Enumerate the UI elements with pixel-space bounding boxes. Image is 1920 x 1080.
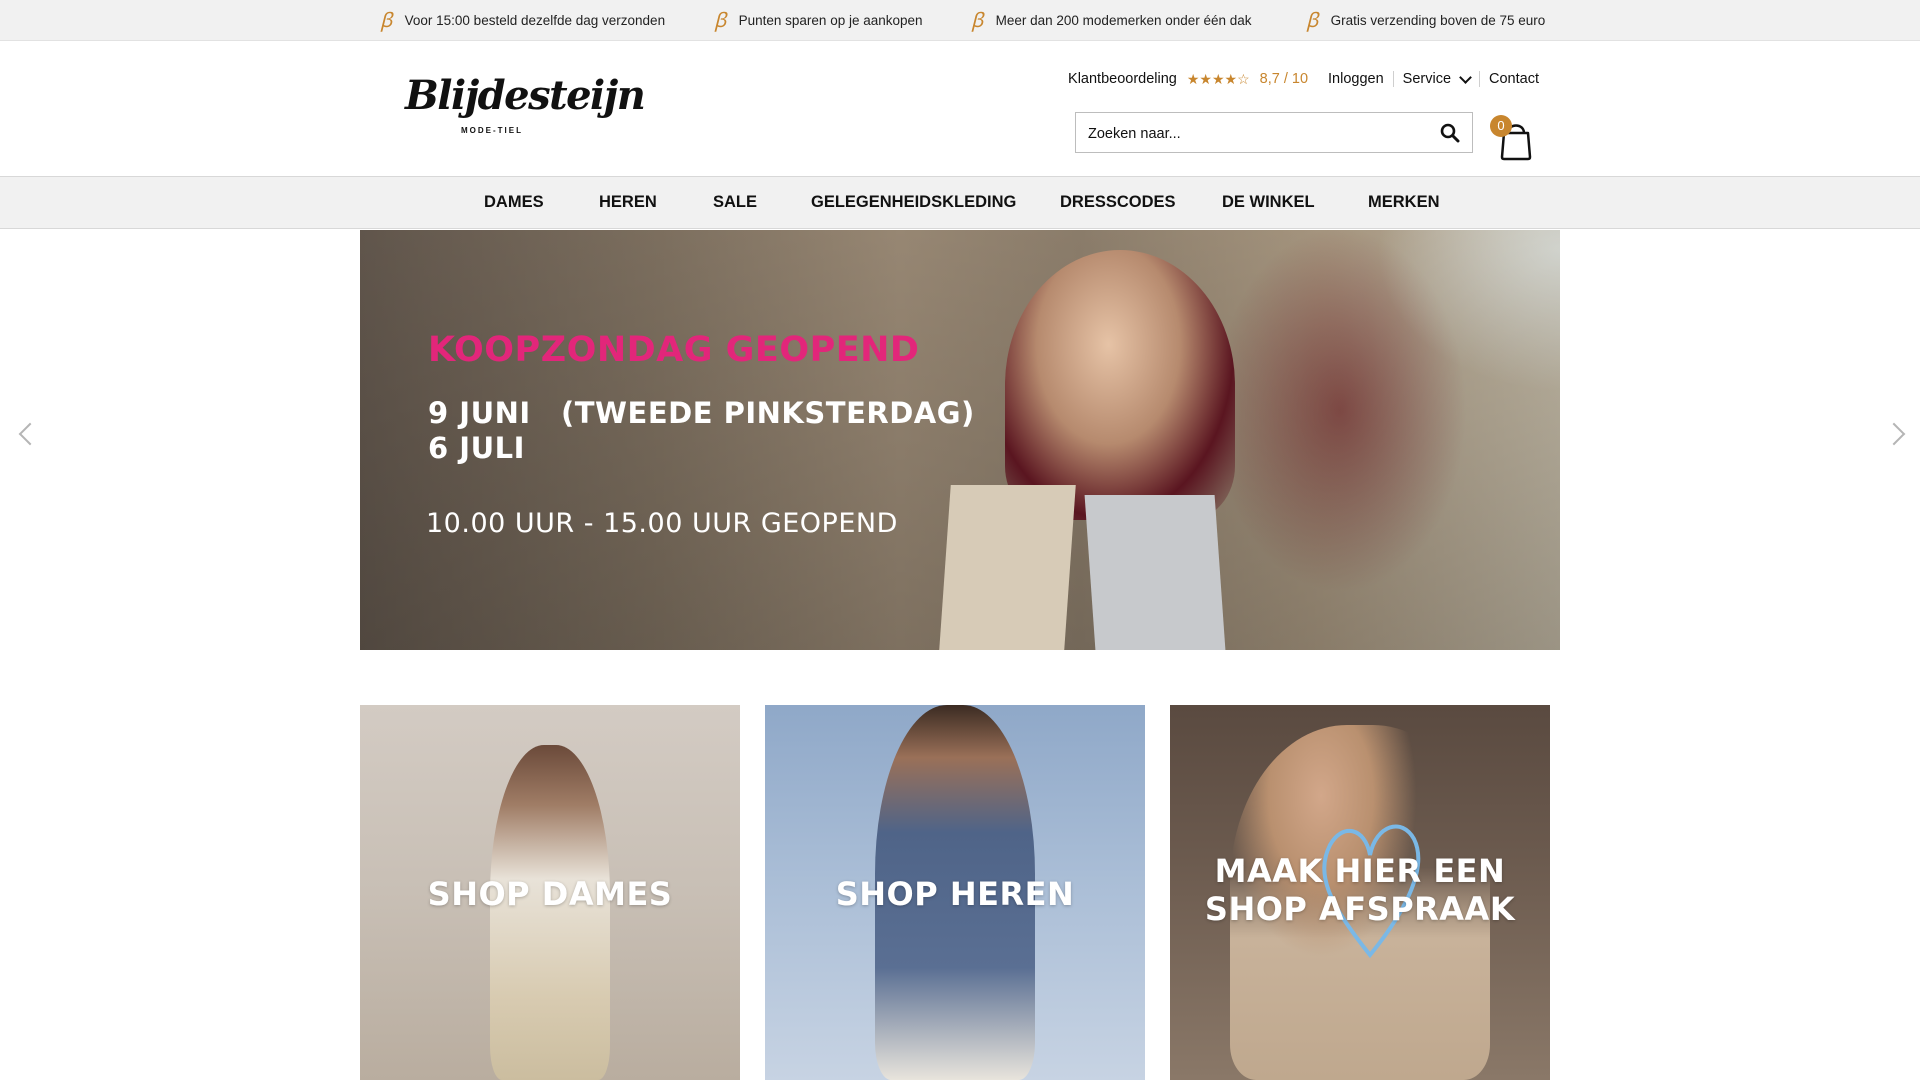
search-box [1075, 112, 1473, 154]
nav-item-merken[interactable]: MERKEN [1368, 177, 1440, 228]
rating-label[interactable]: Klantbeoordeling [1068, 71, 1177, 87]
cart-count-badge: 0 [1490, 115, 1512, 137]
hero-photo-bag [939, 485, 1076, 650]
nav-item-de-winkel[interactable]: DE WINKEL [1222, 177, 1315, 228]
carousel-prev-icon[interactable] [18, 422, 42, 446]
hero-banner[interactable]: KOOPZONDAG GEOPEND 9 JUNI (TWEEDE PINKST… [360, 230, 1560, 650]
rating-value[interactable]: 8,7 / 10 [1260, 71, 1308, 87]
b-logo-icon: ꞵ [380, 8, 393, 32]
hero-photo-bag [1084, 495, 1226, 650]
hero-date-note: (TWEEDE PINKSTERDAG) [561, 396, 975, 430]
site-header: Blijdesteijn MODE-TIEL Klantbeoordeling … [0, 41, 1920, 176]
nav-item-sale[interactable]: SALE [713, 177, 757, 228]
nav-item-dresscodes[interactable]: DRESSCODES [1060, 177, 1176, 228]
nav-item-dames[interactable]: DAMES [484, 177, 544, 228]
rating-stars-icon: ★★★★☆ [1186, 70, 1250, 87]
usp-item: ꞵ Meer dan 200 modemerken onder één dak [971, 0, 1252, 40]
chevron-down-icon [1459, 70, 1472, 84]
brand-subtitle: MODE-TIEL [461, 126, 523, 135]
usp-item: ꞵ Punten sparen op je aankopen [714, 0, 923, 40]
brand-name: Blijdesteijn [405, 72, 646, 119]
tile-label: SHOP DAMES [427, 875, 673, 913]
usp-text: Meer dan 200 modemerken onder één dak [995, 12, 1252, 28]
hero-title: KOOPZONDAG GEOPEND [428, 330, 920, 370]
divider [1479, 71, 1481, 87]
nav-item-gelegenheidskleding[interactable]: GELEGENHEIDSKLEDING [811, 177, 1016, 228]
tile-shop-dames[interactable]: SHOP DAMES [360, 705, 740, 1080]
hero-photo-woman [1005, 250, 1235, 520]
usp-text: Punten sparen op je aankopen [738, 12, 923, 28]
tile-shop-heren[interactable]: SHOP HEREN [765, 705, 1145, 1080]
contact-link[interactable]: Contact [1489, 71, 1539, 87]
b-logo-icon: ꞵ [971, 8, 984, 32]
b-logo-icon: ꞵ [1306, 8, 1319, 32]
hero-date: 6 JULI [428, 431, 525, 465]
tile-label-line: SHOP AFSPRAAK [1204, 890, 1516, 928]
cart-button[interactable]: 0 [1490, 113, 1540, 163]
hero-date: 9 JUNI [428, 396, 531, 430]
login-link[interactable]: Inloggen [1328, 71, 1384, 87]
tile-shop-afspraak[interactable]: MAAK HIER EEN SHOP AFSPRAAK [1170, 705, 1550, 1080]
b-logo-icon: ꞵ [714, 8, 727, 32]
tile-label: MAAK HIER EEN SHOP AFSPRAAK [1170, 852, 1550, 928]
search-input[interactable] [1086, 113, 1430, 154]
search-icon[interactable] [1440, 123, 1460, 143]
top-links: Klantbeoordeling ★★★★☆ 8,7 / 10 Inloggen… [1068, 67, 1539, 91]
carousel-next-icon[interactable] [1882, 422, 1906, 446]
divider [1392, 71, 1394, 87]
nav-item-heren[interactable]: HEREN [599, 177, 657, 228]
service-dropdown[interactable]: Service [1402, 70, 1472, 87]
usp-item: ꞵ Gratis verzending boven de 75 euro [1306, 0, 1545, 40]
usp-text: Voor 15:00 besteld dezelfde dag verzonde… [404, 12, 666, 28]
usp-item: ꞵ Voor 15:00 besteld dezelfde dag verzon… [380, 0, 665, 40]
brand-logo[interactable]: Blijdesteijn MODE-TIEL [405, 72, 646, 148]
usp-text: Gratis verzending boven de 75 euro [1330, 12, 1546, 28]
tile-label-line: MAAK HIER EEN [1214, 852, 1506, 890]
usp-bar: ꞵ Voor 15:00 besteld dezelfde dag verzon… [0, 0, 1920, 41]
main-nav: DAMES HEREN SALE GELEGENHEIDSKLEDING DRE… [0, 176, 1920, 229]
tile-label: SHOP HEREN [835, 875, 1075, 913]
service-label: Service [1402, 71, 1452, 87]
hero-hours: 10.00 UUR - 15.00 UUR GEOPEND [426, 508, 898, 539]
